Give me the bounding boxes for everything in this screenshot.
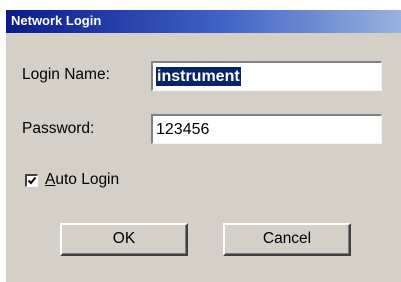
login-name-field[interactable]: instrument xyxy=(151,61,382,91)
auto-login-checkbox[interactable] xyxy=(25,174,38,187)
checkmark-icon xyxy=(27,176,37,185)
dialog-body: Login Name: instrument Password: 123456 … xyxy=(6,33,401,282)
login-name-label: Login Name: xyxy=(22,66,110,83)
password-field[interactable]: 123456 xyxy=(151,114,382,144)
cancel-button[interactable]: Cancel xyxy=(223,223,351,256)
network-login-dialog: Network Login Login Name: instrument Pas… xyxy=(0,0,401,282)
title-bar[interactable]: Network Login xyxy=(6,10,401,33)
window-title: Network Login xyxy=(11,13,102,28)
password-value: 123456 xyxy=(156,121,210,138)
auto-login-label[interactable]: Auto Login xyxy=(45,171,119,189)
password-label: Password: xyxy=(22,120,95,137)
ok-button[interactable]: OK xyxy=(60,223,188,256)
login-name-value: instrument xyxy=(156,67,241,86)
